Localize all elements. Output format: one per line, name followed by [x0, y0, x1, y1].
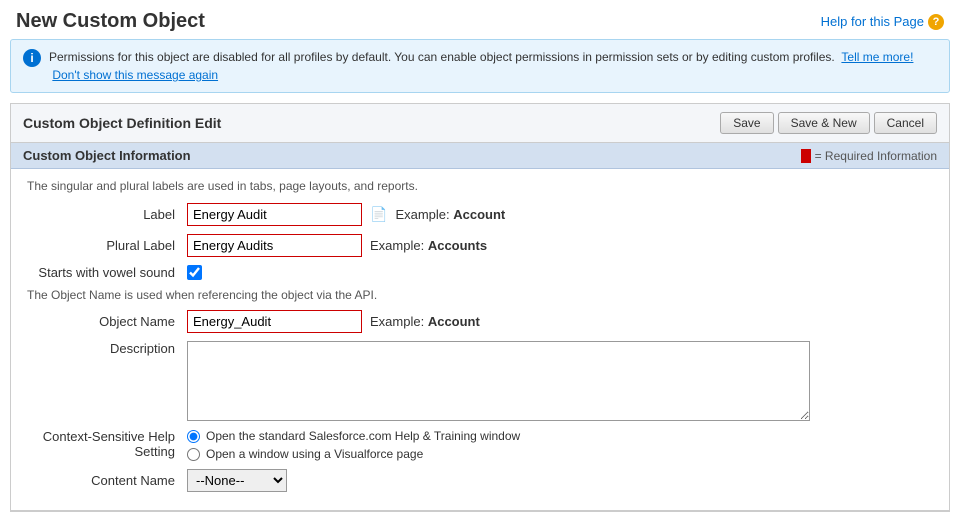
help-setting-label: Context-Sensitive Help Setting [27, 429, 187, 459]
lookup-icon[interactable]: 📄 [370, 206, 387, 223]
page-title: New Custom Object [16, 10, 205, 33]
co-info-header-title: Custom Object Information [23, 148, 191, 163]
description-textarea[interactable] [187, 341, 810, 421]
required-bar-icon [801, 149, 811, 163]
tell-me-more-link[interactable]: Tell me more! [841, 50, 913, 64]
help-setting-radio-group: Open the standard Salesforce.com Help & … [187, 429, 520, 461]
page-header: New Custom Object Help for this Page ? [0, 0, 960, 39]
help-setting-option-1[interactable]: Open the standard Salesforce.com Help & … [187, 429, 520, 443]
info-banner: i Permissions for this object are disabl… [10, 39, 950, 93]
help-setting-radio-1[interactable] [187, 430, 200, 443]
description-row: Description [27, 341, 933, 421]
vowel-checkbox[interactable] [187, 265, 202, 280]
label-input[interactable] [187, 203, 362, 226]
object-name-input-wrap: Example: Account [187, 310, 480, 333]
help-setting-option-2[interactable]: Open a window using a Visualforce page [187, 447, 520, 461]
main-content: Custom Object Definition Edit Save Save … [10, 103, 950, 512]
vowel-row: Starts with vowel sound [27, 265, 933, 280]
vowel-input-wrap [187, 265, 202, 280]
label-field-label: Label [27, 207, 187, 222]
object-name-input[interactable] [187, 310, 362, 333]
description-field-label: Description [27, 341, 187, 356]
help-link-text: Help for this Page [821, 14, 924, 29]
content-name-label: Content Name [27, 473, 187, 488]
co-info-header: Custom Object Information = Required Inf… [11, 143, 949, 169]
form-hint-2: The Object Name is used when referencing… [27, 288, 933, 302]
plural-label-input-wrap: Example: Accounts [187, 234, 487, 257]
help-icon: ? [928, 14, 944, 30]
dont-show-link[interactable]: Don't show this message again [52, 68, 218, 82]
content-name-row: Content Name --None-- [27, 469, 933, 492]
help-link[interactable]: Help for this Page ? [821, 14, 944, 30]
plural-label-example: Example: Accounts [370, 238, 487, 253]
object-name-row: Object Name Example: Account [27, 310, 933, 333]
plural-label-field-label: Plural Label [27, 238, 187, 253]
save-new-button[interactable]: Save & New [778, 112, 870, 134]
help-setting-radio-2[interactable] [187, 448, 200, 461]
cancel-button[interactable]: Cancel [874, 112, 937, 134]
required-legend: = Required Information [801, 149, 937, 163]
plural-label-input[interactable] [187, 234, 362, 257]
content-name-select[interactable]: --None-- [187, 469, 287, 492]
banner-text: Permissions for this object are disabled… [49, 48, 937, 84]
description-input-wrap [187, 341, 810, 421]
label-example: Example: Account [395, 207, 505, 222]
btn-group: Save Save & New Cancel [720, 112, 937, 134]
content-name-input-wrap: --None-- [187, 469, 287, 492]
required-legend-text: = Required Information [815, 149, 937, 163]
info-circle-icon: i [23, 49, 41, 67]
form-hint-1: The singular and plural labels are used … [27, 179, 933, 193]
section-header-title: Custom Object Definition Edit [23, 115, 221, 131]
section-header-bar: Custom Object Definition Edit Save Save … [11, 104, 949, 143]
help-setting-row: Context-Sensitive Help Setting Open the … [27, 429, 933, 461]
form-area: The singular and plural labels are used … [11, 169, 949, 510]
label-input-wrap: 📄 Example: Account [187, 203, 505, 226]
co-info-section: Custom Object Information = Required Inf… [11, 143, 949, 511]
object-name-example: Example: Account [370, 314, 480, 329]
object-name-field-label: Object Name [27, 314, 187, 329]
plural-label-row: Plural Label Example: Accounts [27, 234, 933, 257]
label-row: Label 📄 Example: Account [27, 203, 933, 226]
vowel-field-label: Starts with vowel sound [27, 265, 187, 280]
save-button[interactable]: Save [720, 112, 773, 134]
